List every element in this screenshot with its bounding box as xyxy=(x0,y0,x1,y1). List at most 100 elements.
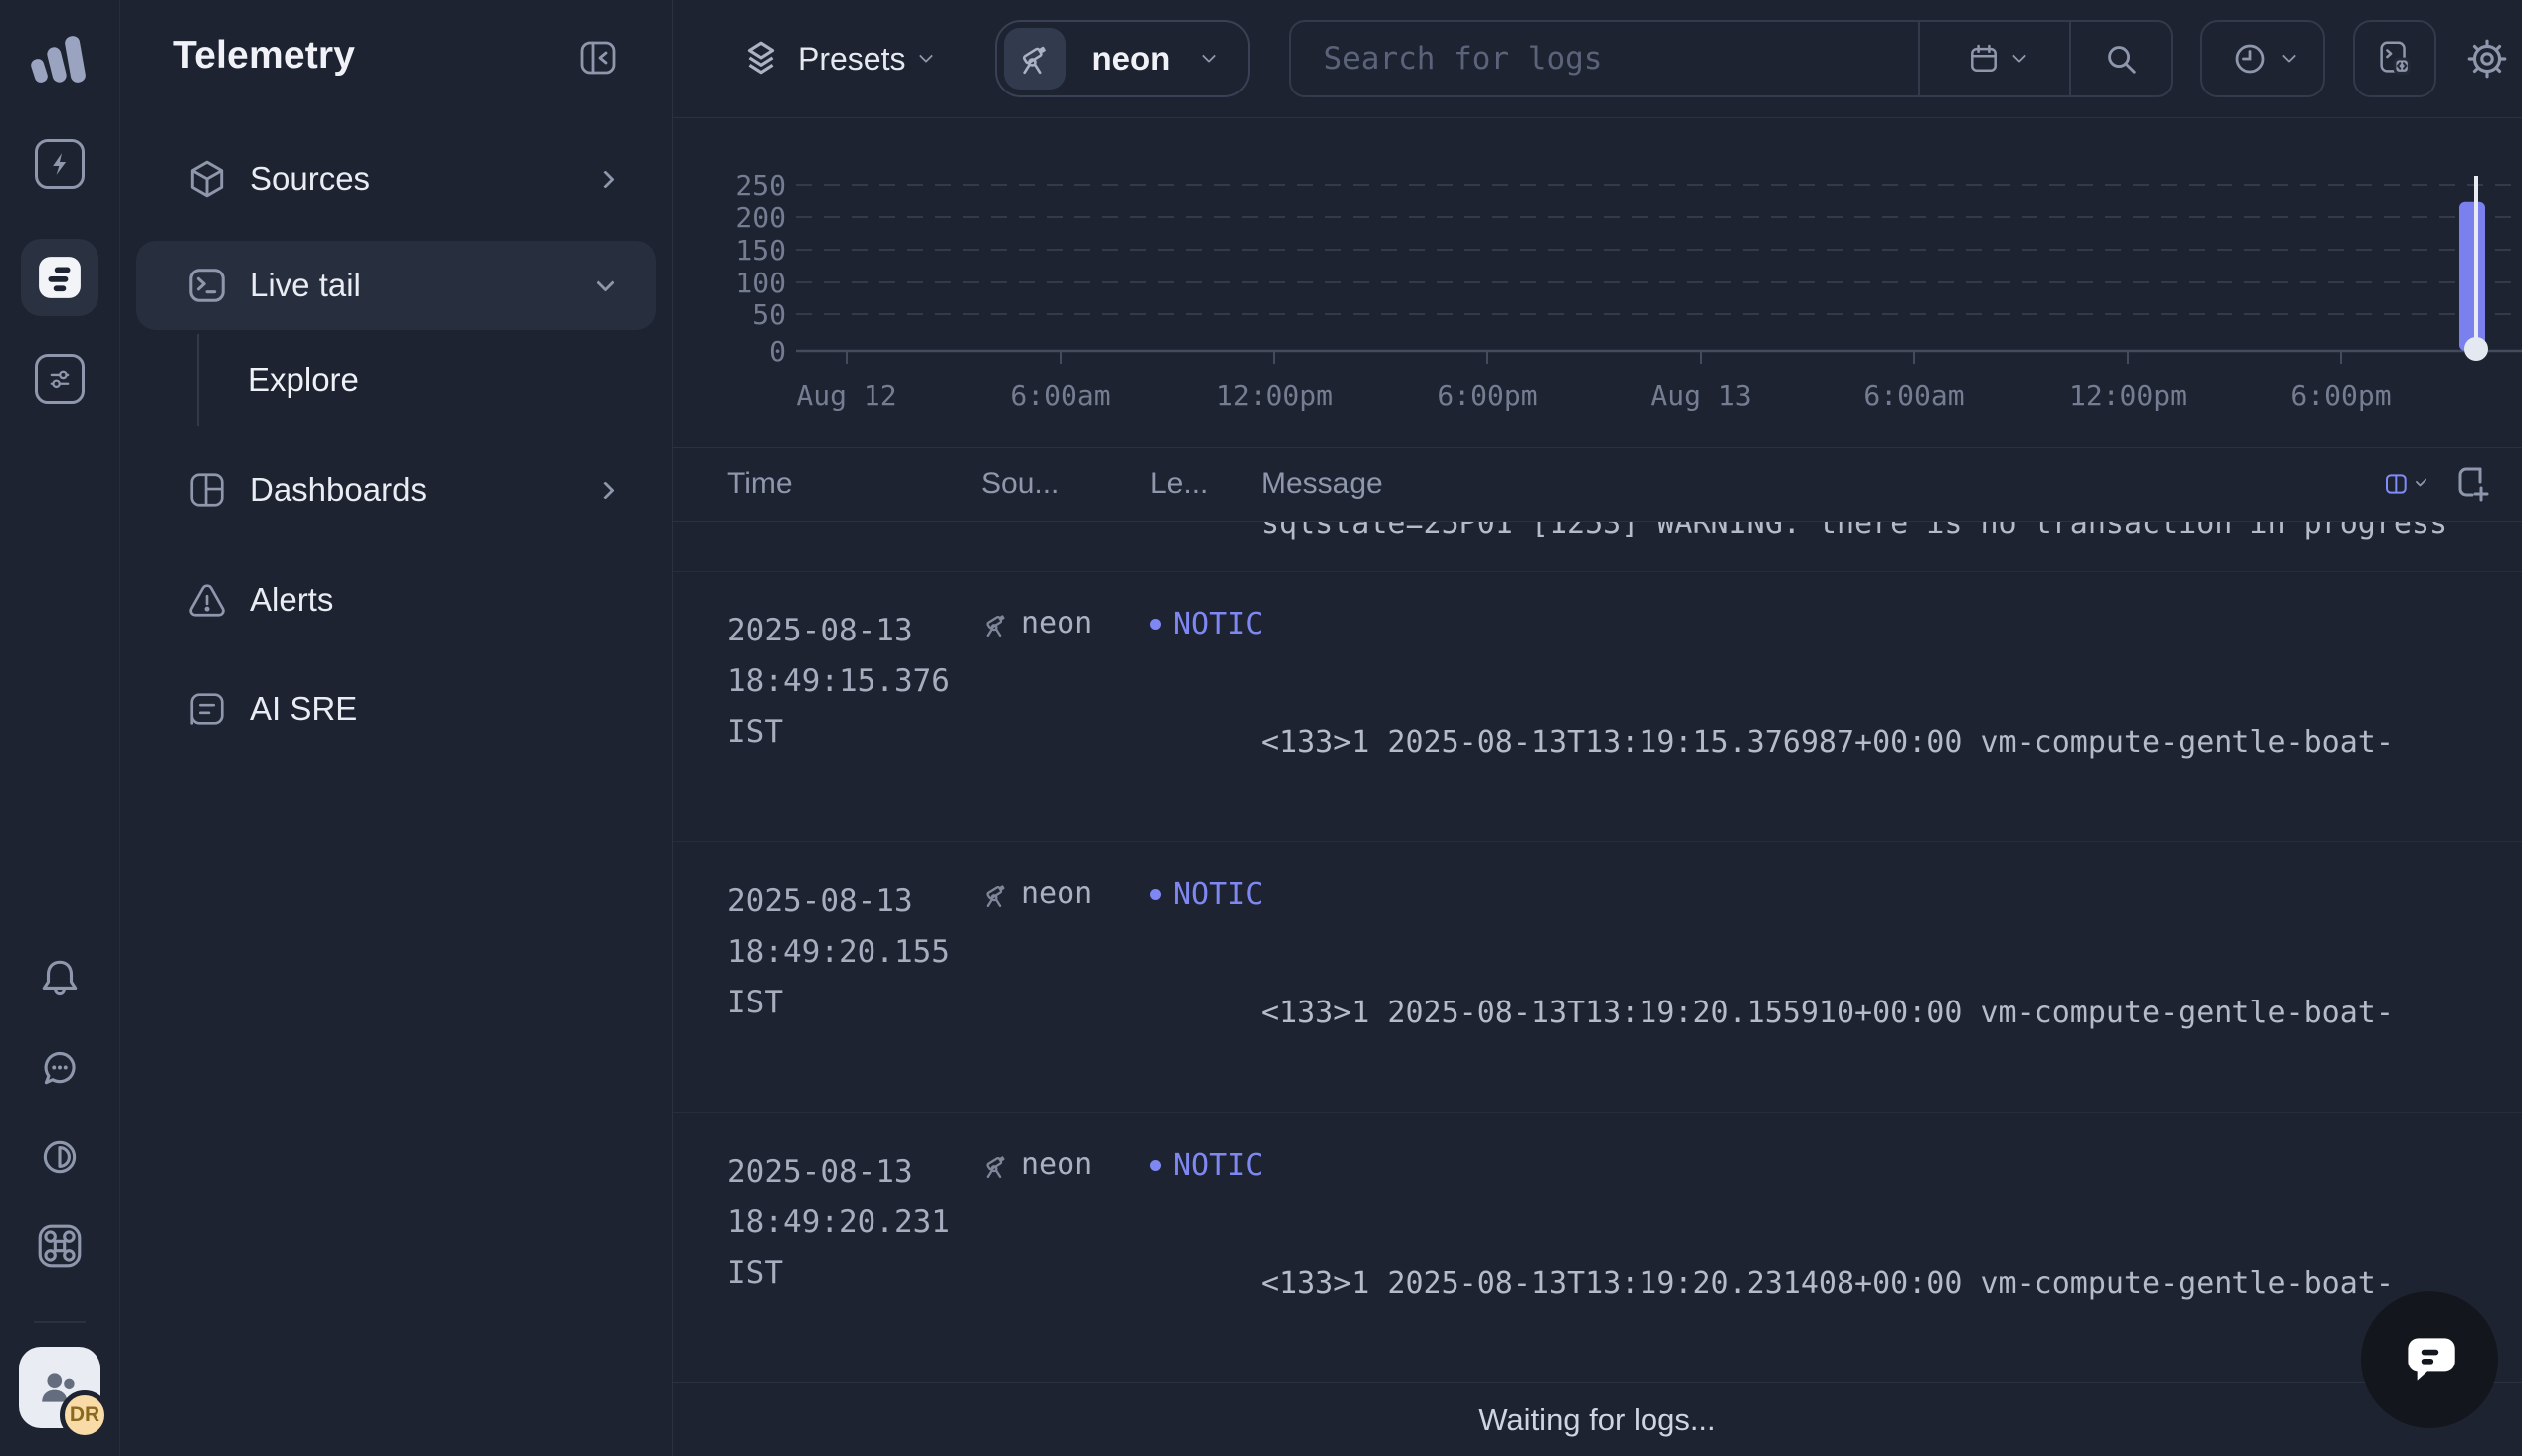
x-tick-label: Aug 13 xyxy=(1650,379,1751,412)
rail-item-feedback[interactable] xyxy=(37,1044,83,1090)
x-tick-label: 12:00pm xyxy=(2069,379,2187,412)
x-tick-label: 6:00pm xyxy=(1437,379,1537,412)
api-access-button[interactable] xyxy=(2353,20,2436,97)
chevron-down-icon xyxy=(1202,49,1216,63)
source-selector[interactable]: neon xyxy=(995,20,1250,97)
column-header-message[interactable]: Message xyxy=(1261,467,2522,501)
user-initials-badge[interactable]: DR xyxy=(60,1390,109,1440)
chevron-right-icon xyxy=(596,481,614,499)
telescope-icon xyxy=(1016,40,1054,78)
log-time: 2025-08-13 18:49:20.231 IST xyxy=(727,1147,981,1382)
log-rows: sqlstate=25P01 [1253] WARNING: there is … xyxy=(673,522,2522,1382)
sidebar-item-ai-sre[interactable]: AI SRE xyxy=(136,664,656,754)
log-level: NOTIC xyxy=(1150,1143,1261,1186)
logs-icon xyxy=(37,255,83,300)
telescope-icon xyxy=(981,880,1011,910)
sidebar-item-label: Dashboards xyxy=(250,471,427,509)
log-table-header: Time Sou... Le... Message xyxy=(673,447,2522,522)
y-tick-label: 100 xyxy=(735,267,786,299)
search-bar xyxy=(1289,20,2173,97)
log-row[interactable]: 2025-08-13 18:49:15.376 IST neon NOTIC <… xyxy=(673,572,2522,842)
icon-rail: DR xyxy=(0,0,120,1456)
y-tick-label: 50 xyxy=(752,298,786,331)
source-name: neon xyxy=(1091,40,1170,78)
time-range-button[interactable] xyxy=(2200,20,2325,97)
chevron-down-icon xyxy=(919,49,933,63)
support-chat-button[interactable] xyxy=(2361,1291,2498,1428)
sidebar-item-label: Live tail xyxy=(250,267,361,304)
x-tick-label: 6:00am xyxy=(1010,379,1110,412)
add-column-icon xyxy=(2450,462,2494,506)
y-tick-label: 250 xyxy=(735,169,786,202)
log-source: neon xyxy=(981,872,1150,1112)
x-tick-label: Aug 12 xyxy=(796,379,896,412)
sidebar-item-label: AI SRE xyxy=(250,690,357,728)
gear-icon xyxy=(2464,36,2510,82)
chevron-down-icon xyxy=(596,273,614,291)
x-tick-label: 12:00pm xyxy=(1216,379,1333,412)
chevron-right-icon xyxy=(596,170,614,188)
collapse-sidebar-button[interactable] xyxy=(576,36,620,80)
terminal-code-icon xyxy=(2374,38,2416,80)
run-search-button[interactable] xyxy=(2069,22,2171,95)
log-volume-chart[interactable]: 250 200 150 100 50 0 A xyxy=(673,118,2522,447)
column-header-source[interactable]: Sou... xyxy=(981,467,1150,501)
x-axis-ticks xyxy=(847,351,2341,364)
add-column-button[interactable] xyxy=(2450,462,2494,506)
chat-dots-icon xyxy=(37,1044,83,1090)
log-source: neon xyxy=(981,1143,1150,1382)
x-tick-label: 6:00pm xyxy=(2290,379,2391,412)
level-dot xyxy=(1150,619,1161,630)
rail-divider xyxy=(34,1321,86,1323)
x-tick-label: 6:00am xyxy=(1863,379,1964,412)
log-time: 2025-08-13 18:49:20.155 IST xyxy=(727,876,981,1112)
column-header-level[interactable]: Le... xyxy=(1150,467,1261,501)
presets-dropdown[interactable]: Presets xyxy=(740,38,931,80)
rail-item-automations[interactable] xyxy=(35,139,85,189)
alert-triangle-icon xyxy=(186,579,228,621)
rail-item-logs-active[interactable] xyxy=(21,239,98,316)
sidebar-item-explore[interactable]: Explore xyxy=(248,336,359,424)
log-message: <133>1 2025-08-13T13:19:20.155910+00:00 … xyxy=(1261,864,2522,1112)
calendar-icon xyxy=(1966,41,2002,77)
log-row-clipped[interactable]: sqlstate=25P01 [1253] WARNING: there is … xyxy=(673,522,2522,572)
tree-indent-line xyxy=(197,334,199,426)
chart-bar[interactable] xyxy=(2459,202,2485,351)
rail-item-shortcuts[interactable] xyxy=(35,1221,85,1271)
log-level: NOTIC xyxy=(1150,872,1261,916)
sliders-icon xyxy=(45,364,75,394)
date-range-picker[interactable] xyxy=(1918,22,2069,95)
search-input[interactable] xyxy=(1291,22,1918,95)
sidebar-item-alerts[interactable]: Alerts xyxy=(136,555,656,644)
rail-item-notifications[interactable] xyxy=(37,955,83,1001)
layers-icon xyxy=(740,38,782,80)
main-content: Presets neon xyxy=(673,0,2522,1456)
sidebar-item-live-tail[interactable]: Live tail xyxy=(136,241,656,330)
brand-logo[interactable] xyxy=(28,30,92,88)
level-dot xyxy=(1150,1160,1161,1171)
presets-label: Presets xyxy=(798,41,905,78)
logo-icon xyxy=(28,30,92,88)
sidebar-item-sources[interactable]: Sources xyxy=(136,134,656,224)
rail-item-settings-panel[interactable] xyxy=(35,354,85,404)
rail-item-theme-toggle[interactable] xyxy=(37,1134,83,1180)
command-icon xyxy=(35,1221,85,1271)
log-row[interactable]: 2025-08-13 18:49:20.155 IST neon NOTIC <… xyxy=(673,842,2522,1113)
chart-cursor-handle[interactable] xyxy=(2464,337,2488,361)
log-level: NOTIC xyxy=(1150,602,1261,645)
log-message: <133>1 2025-08-13T13:19:15.376987+00:00 … xyxy=(1261,594,2522,841)
y-tick-label: 0 xyxy=(769,335,786,368)
settings-button[interactable] xyxy=(2464,36,2510,82)
column-header-time[interactable]: Time xyxy=(727,467,981,501)
search-icon xyxy=(2102,40,2140,78)
column-layout-button[interactable] xyxy=(2383,463,2425,505)
columns-icon xyxy=(2383,464,2410,504)
bell-icon xyxy=(37,955,83,1001)
page-title: Telemetry xyxy=(173,34,355,78)
sidebar-item-dashboards[interactable]: Dashboards xyxy=(136,446,656,535)
sidebar: Telemetry Sources Live tail Explore xyxy=(120,0,673,1456)
log-message: <133>1 2025-08-13T13:19:20.231408+00:00 … xyxy=(1261,1135,2522,1382)
chevron-down-icon xyxy=(2415,475,2426,487)
log-row[interactable]: 2025-08-13 18:49:20.231 IST neon NOTIC <… xyxy=(673,1113,2522,1382)
top-toolbar: Presets neon xyxy=(673,0,2522,118)
